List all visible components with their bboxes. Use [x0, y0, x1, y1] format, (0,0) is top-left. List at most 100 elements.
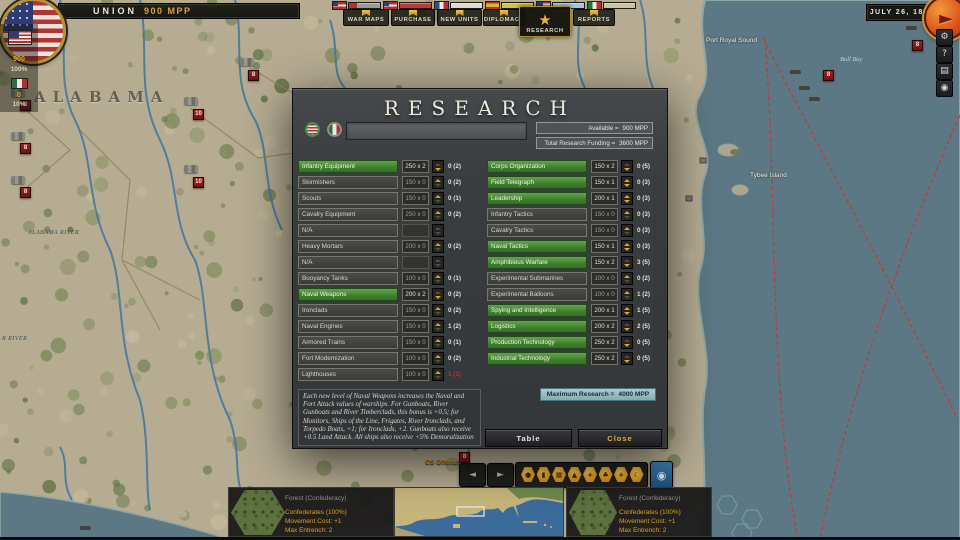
- tech-name-label[interactable]: Buoyancy Tanks: [298, 272, 398, 285]
- tech-name-label[interactable]: Naval Tactics: [487, 240, 587, 253]
- invest-up-arrow[interactable]: [624, 259, 630, 262]
- hex-icon-grid[interactable]: ▦: [552, 467, 566, 482]
- invest-up-arrow[interactable]: [435, 163, 441, 166]
- invest-up-arrow[interactable]: [435, 371, 441, 374]
- invest-up-arrow[interactable]: [624, 195, 630, 198]
- tech-name-label[interactable]: Corps Organization: [487, 160, 587, 173]
- mexico-faction-chip[interactable]: [327, 122, 342, 137]
- tech-name-label[interactable]: Fort Modernization: [298, 352, 398, 365]
- tech-name-label[interactable]: Naval Engines: [298, 320, 398, 333]
- invest-spinner[interactable]: [432, 160, 444, 173]
- nav-button-purchase[interactable]: PURCHASE: [391, 9, 435, 26]
- tech-name-label[interactable]: Lighthouses: [298, 368, 398, 381]
- invest-up-arrow[interactable]: [624, 355, 630, 358]
- invest-down-arrow[interactable]: [435, 376, 441, 379]
- army-unit-sprite[interactable]: [11, 176, 25, 184]
- hex-icon-plus[interactable]: +: [614, 467, 628, 482]
- army-unit-sprite[interactable]: [184, 97, 198, 105]
- invest-up-arrow[interactable]: [624, 307, 630, 310]
- invest-spinner[interactable]: [432, 272, 444, 285]
- settings-icon[interactable]: ⚙: [936, 29, 953, 46]
- invest-down-arrow[interactable]: [624, 216, 630, 219]
- unit-strength-marker[interactable]: 8: [912, 40, 923, 51]
- invest-spinner[interactable]: [432, 352, 444, 365]
- table-button[interactable]: Table: [485, 429, 572, 447]
- invest-down-arrow[interactable]: [624, 328, 630, 331]
- invest-up-arrow[interactable]: [435, 355, 441, 358]
- nav-button-war-maps[interactable]: WAR MAPS: [343, 9, 389, 26]
- hex-icon-club[interactable]: ♣: [599, 467, 613, 482]
- tech-name-label[interactable]: Field Telegraph: [487, 176, 587, 189]
- invest-down-arrow[interactable]: [624, 248, 630, 251]
- tech-name-label[interactable]: Heavy Mortars: [298, 240, 398, 253]
- invest-down-arrow[interactable]: [624, 168, 630, 171]
- unit-strength-marker[interactable]: 8: [823, 70, 834, 81]
- invest-down-arrow[interactable]: [435, 328, 441, 331]
- invest-down-arrow[interactable]: [624, 184, 630, 187]
- tech-name-label[interactable]: Naval Weapons: [298, 288, 398, 301]
- tech-name-label[interactable]: Leadership: [487, 192, 587, 205]
- nav-button-research[interactable]: ★RESEARCH: [519, 6, 571, 37]
- invest-down-arrow[interactable]: [435, 264, 441, 267]
- invest-up-arrow[interactable]: [435, 243, 441, 246]
- unit-strength-marker[interactable]: 8: [20, 143, 31, 154]
- hex-icon-cross[interactable]: +: [583, 467, 597, 482]
- tech-name-label[interactable]: Industrial Technology: [487, 352, 587, 365]
- invest-spinner[interactable]: [621, 320, 633, 333]
- invest-up-arrow[interactable]: [435, 211, 441, 214]
- invest-down-arrow[interactable]: [624, 232, 630, 235]
- invest-down-arrow[interactable]: [624, 344, 630, 347]
- ship-icon[interactable]: [906, 26, 917, 30]
- invest-down-arrow[interactable]: [435, 296, 441, 299]
- hex-icon-circle[interactable]: ●: [521, 467, 535, 482]
- unit-strength-marker[interactable]: 10: [193, 177, 204, 188]
- tech-name-label[interactable]: N/A: [298, 224, 398, 237]
- invest-down-arrow[interactable]: [435, 168, 441, 171]
- invest-spinner[interactable]: [432, 192, 444, 205]
- invest-up-arrow[interactable]: [624, 211, 630, 214]
- invest-up-arrow[interactable]: [624, 275, 630, 278]
- invest-up-arrow[interactable]: [624, 163, 630, 166]
- invest-down-arrow[interactable]: [435, 280, 441, 283]
- invest-spinner[interactable]: [432, 208, 444, 221]
- invest-up-arrow[interactable]: [435, 227, 441, 230]
- invest-down-arrow[interactable]: [435, 344, 441, 347]
- tech-name-label[interactable]: Armored Trains: [298, 336, 398, 349]
- tech-name-label[interactable]: Infantry Tactics: [487, 208, 587, 221]
- invest-up-arrow[interactable]: [624, 323, 630, 326]
- invest-up-arrow[interactable]: [435, 307, 441, 310]
- invest-down-arrow[interactable]: [624, 312, 630, 315]
- invest-spinner[interactable]: [432, 256, 444, 269]
- unit-strength-marker[interactable]: 10: [193, 109, 204, 120]
- ship-icon[interactable]: [799, 86, 810, 90]
- invest-down-arrow[interactable]: [624, 360, 630, 363]
- invest-up-arrow[interactable]: [624, 243, 630, 246]
- invest-down-arrow[interactable]: [435, 312, 441, 315]
- info-mode-button[interactable]: ◉: [650, 461, 673, 489]
- invest-up-arrow[interactable]: [435, 195, 441, 198]
- next-unit-button[interactable]: ►: [487, 463, 514, 487]
- minimap[interactable]: [394, 487, 564, 537]
- tech-name-label[interactable]: Infantry Equipment: [298, 160, 398, 173]
- tech-name-label[interactable]: Production Technology: [487, 336, 587, 349]
- invest-spinner[interactable]: [621, 176, 633, 189]
- prev-unit-button[interactable]: ◄: [459, 463, 486, 487]
- invest-spinner[interactable]: [432, 288, 444, 301]
- invest-spinner[interactable]: [432, 304, 444, 317]
- invest-down-arrow[interactable]: [435, 200, 441, 203]
- invest-down-arrow[interactable]: [435, 360, 441, 363]
- hex-icon-moon[interactable]: ☾: [630, 467, 644, 482]
- invest-down-arrow[interactable]: [624, 200, 630, 203]
- unit-strength-marker[interactable]: 8: [20, 187, 31, 198]
- invest-up-arrow[interactable]: [435, 339, 441, 342]
- invest-up-arrow[interactable]: [624, 179, 630, 182]
- invest-down-arrow[interactable]: [624, 264, 630, 267]
- help-icon[interactable]: ?: [936, 46, 953, 63]
- tech-name-label[interactable]: Experimental Submarines: [487, 272, 587, 285]
- invest-spinner[interactable]: [621, 240, 633, 253]
- ship-icon[interactable]: [809, 97, 820, 101]
- invest-down-arrow[interactable]: [435, 248, 441, 251]
- invest-spinner[interactable]: [432, 368, 444, 381]
- tech-name-label[interactable]: Skirmishers: [298, 176, 398, 189]
- invest-spinner[interactable]: [432, 240, 444, 253]
